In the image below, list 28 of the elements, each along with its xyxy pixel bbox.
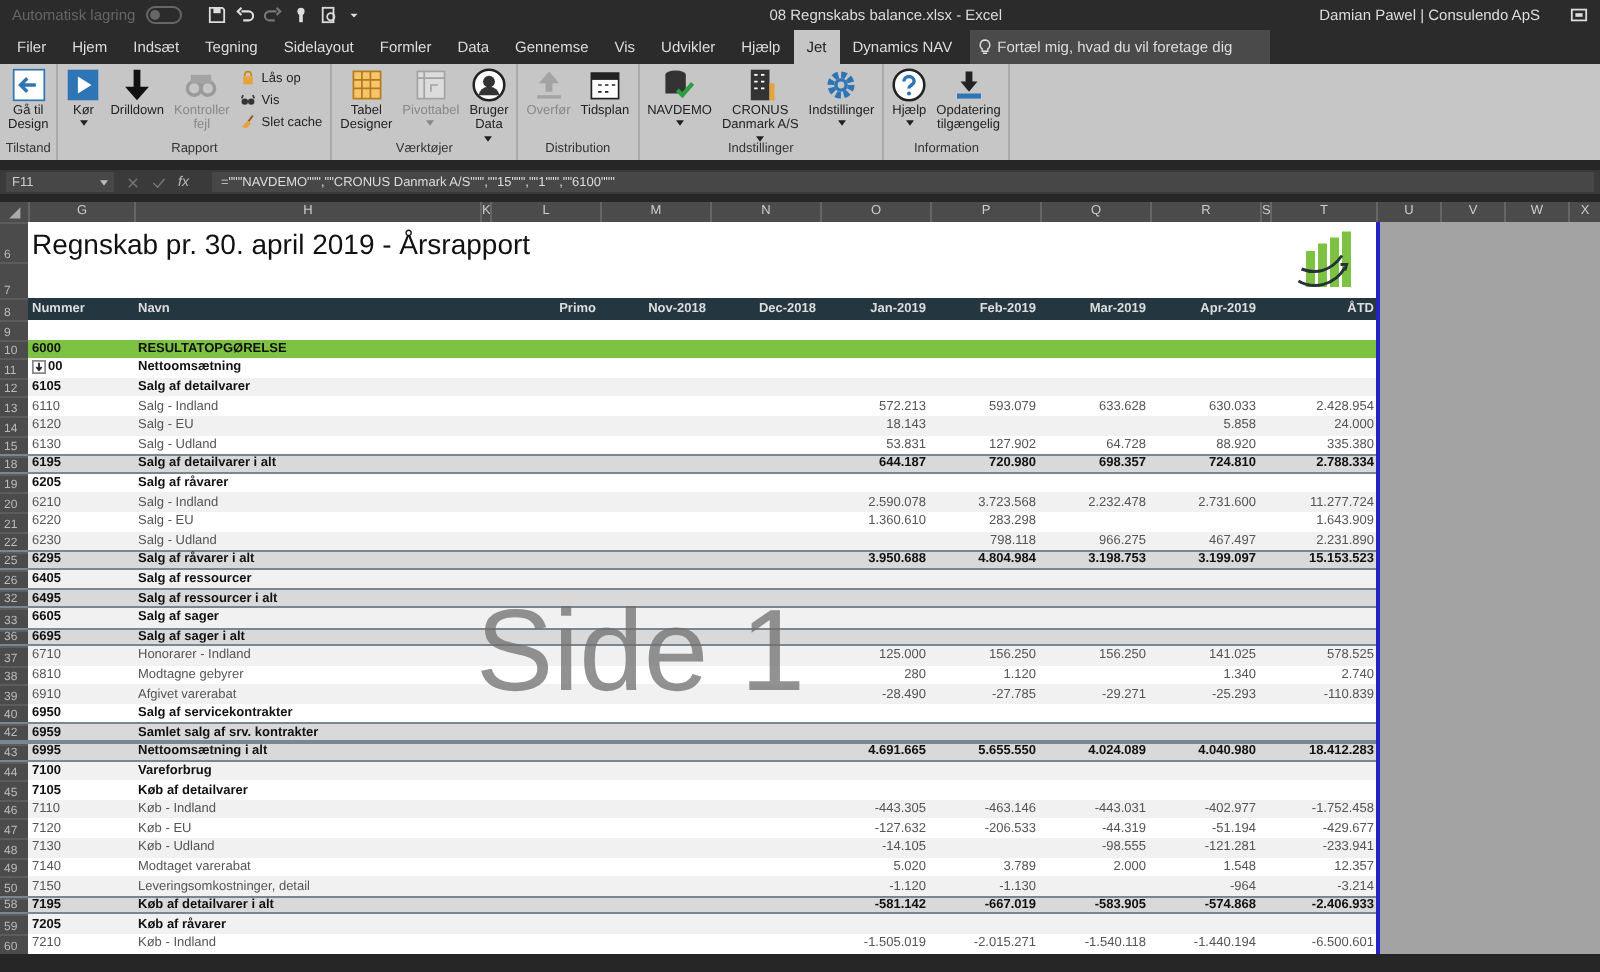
touch-mode-icon[interactable] — [291, 6, 310, 24]
caret-icon — [484, 135, 493, 142]
cancel-icon[interactable] — [126, 175, 140, 189]
print-preview-icon[interactable] — [319, 6, 338, 24]
table-icon — [349, 68, 384, 102]
caret-icon — [426, 120, 435, 127]
database-check-icon — [662, 68, 697, 102]
ribbon-display-icon[interactable] — [1570, 6, 1588, 24]
caret-icon — [100, 179, 108, 185]
autosave-toggle[interactable] — [145, 6, 182, 24]
redo-icon[interactable] — [263, 6, 282, 24]
caret-icon — [756, 135, 765, 142]
pivot-table-icon — [413, 68, 448, 102]
caret-icon — [837, 120, 846, 127]
cell-arrow-icon[interactable] — [32, 360, 46, 375]
upload-icon — [531, 68, 566, 102]
report-title: Regnskab pr. 30. april 2019 - Årsrapport — [30, 226, 533, 262]
broom-icon — [239, 114, 256, 130]
glasses-icon — [239, 92, 256, 108]
save-icon[interactable] — [207, 6, 226, 24]
caret-icon — [675, 120, 684, 127]
caret-icon — [79, 120, 88, 127]
play-icon — [66, 68, 101, 102]
checkmark-icon[interactable] — [152, 175, 166, 189]
caret-icon — [905, 120, 914, 127]
undo-icon[interactable] — [235, 6, 254, 24]
lock-icon — [239, 70, 256, 86]
lightbulb-icon — [977, 38, 992, 56]
